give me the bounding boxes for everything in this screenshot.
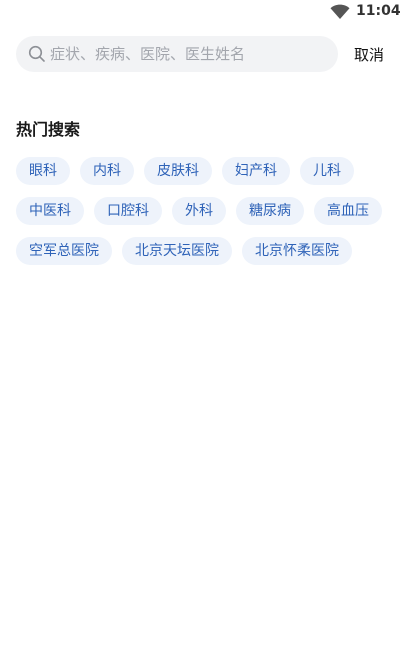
hot-search-tag[interactable]: 北京怀柔医院 <box>242 237 352 265</box>
search-box[interactable] <box>16 36 338 72</box>
hot-search-tag[interactable]: 口腔科 <box>94 197 162 225</box>
status-bar: 11:04 <box>0 0 400 26</box>
hot-search-tag[interactable]: 中医科 <box>16 197 84 225</box>
hot-search-tag[interactable]: 北京天坛医院 <box>122 237 232 265</box>
hot-search-title: 热门搜索 <box>16 120 81 139</box>
cancel-button[interactable]: 取消 <box>354 44 384 65</box>
search-icon <box>28 45 45 62</box>
hot-search-tag[interactable]: 皮肤科 <box>144 157 212 185</box>
hot-search-tag[interactable]: 眼科 <box>16 157 70 185</box>
hot-search-tag[interactable]: 空军总医院 <box>16 237 112 265</box>
hot-search-tag[interactable]: 内科 <box>80 157 134 185</box>
wifi-icon <box>330 4 350 19</box>
hot-search-tag[interactable]: 儿科 <box>300 157 354 185</box>
hot-search-tag[interactable]: 妇产科 <box>222 157 290 185</box>
hot-search-tag[interactable]: 高血压 <box>314 197 382 225</box>
hot-search-tag[interactable]: 外科 <box>172 197 226 225</box>
search-input[interactable] <box>50 36 330 72</box>
status-time: 11:04 <box>356 3 400 19</box>
hot-search-tag[interactable]: 糖尿病 <box>236 197 304 225</box>
